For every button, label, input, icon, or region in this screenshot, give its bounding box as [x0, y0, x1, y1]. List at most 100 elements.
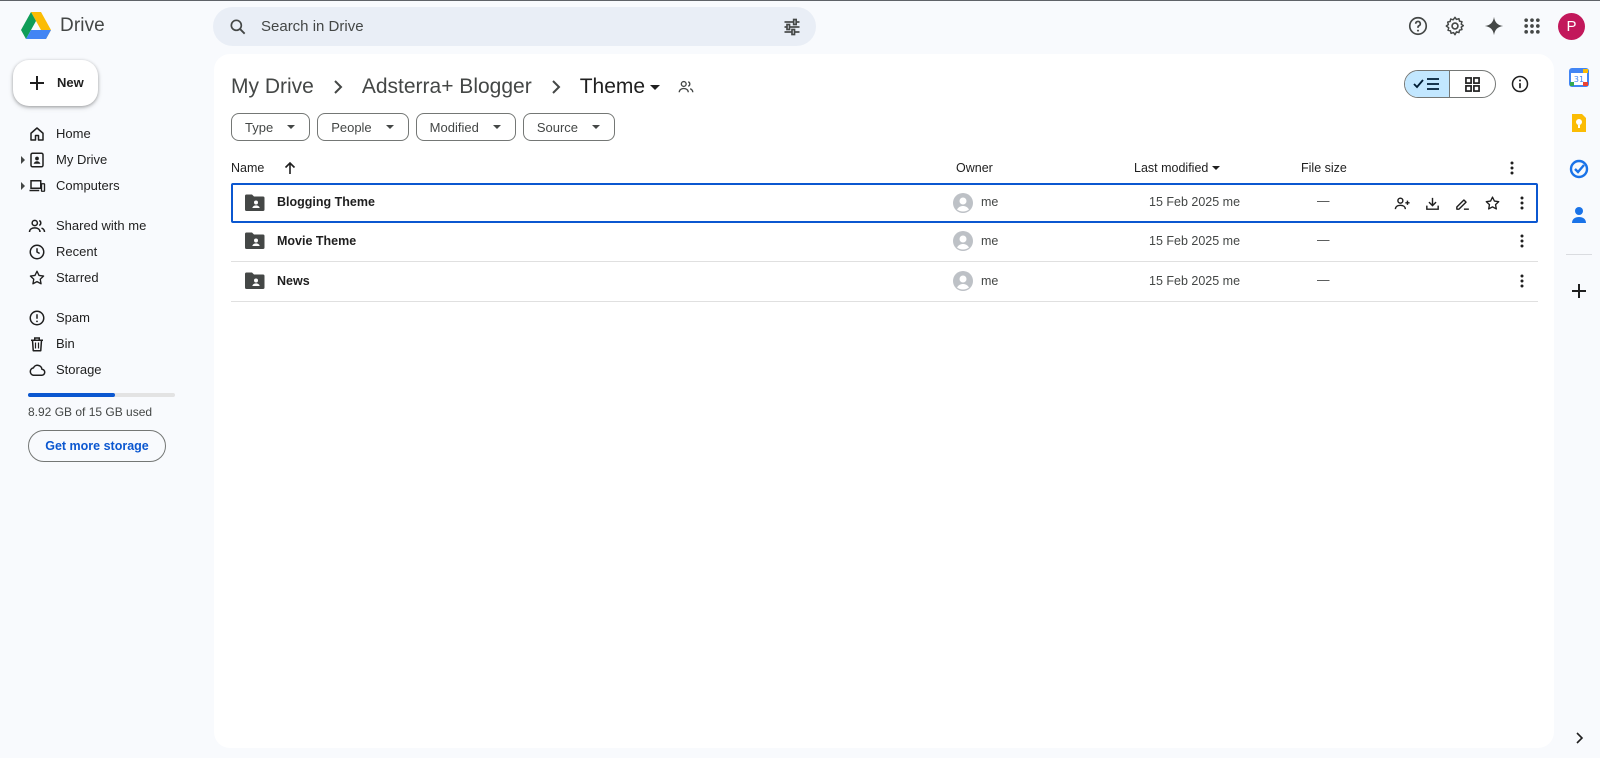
more-options-icon[interactable]: [1503, 159, 1521, 177]
column-header-label: Owner: [956, 161, 993, 175]
info-icon[interactable]: [1510, 74, 1530, 94]
grid-view-button[interactable]: [1450, 71, 1495, 97]
filter-label: Type: [245, 119, 274, 135]
row-more-options[interactable]: [1513, 232, 1531, 250]
contacts-app-icon[interactable]: [1569, 205, 1589, 225]
sidebar-item-bin[interactable]: Bin: [20, 332, 200, 356]
main-panel: My Drive Adsterra+ Blogger Theme Type Pe…: [214, 54, 1554, 748]
chevron-right-icon[interactable]: [1571, 730, 1587, 746]
shared-icon: [28, 219, 46, 233]
file-size: —: [1317, 273, 1330, 287]
table-row[interactable]: News me 15 Feb 2025 me —: [231, 262, 1538, 302]
expand-caret-icon[interactable]: [20, 156, 26, 164]
rename-action[interactable]: [1453, 194, 1471, 212]
sidebar-item-label: Home: [56, 126, 91, 141]
caret-down-icon: [287, 125, 296, 129]
account-avatar[interactable]: P: [1558, 13, 1585, 40]
sidebar-item-spam[interactable]: Spam: [20, 306, 200, 330]
chevron-right-icon: [551, 80, 561, 94]
owner-avatar-icon: [953, 271, 973, 291]
clock-icon: [29, 244, 45, 260]
search-bar[interactable]: [213, 7, 816, 46]
search-input[interactable]: [261, 7, 741, 46]
column-header-label: Last modified: [1134, 161, 1209, 175]
svg-text:31: 31: [1574, 75, 1584, 84]
file-name[interactable]: Movie Theme: [277, 234, 356, 248]
sidebar-item-computers[interactable]: Computers: [20, 174, 200, 198]
apps-grid-icon[interactable]: [1520, 14, 1544, 38]
column-header-last-modified[interactable]: Last modified: [1134, 156, 1222, 180]
last-modified: 15 Feb 2025 me: [1149, 234, 1241, 248]
sidebar-item-label: Bin: [56, 336, 75, 351]
rename-pencil-icon: [1455, 198, 1469, 210]
sidebar-item-home[interactable]: Home: [20, 122, 200, 146]
list-view-icon: [1413, 78, 1439, 90]
filter-people[interactable]: People: [317, 113, 409, 141]
file-name[interactable]: Blogging Theme: [277, 195, 375, 209]
sidebar-item-shared[interactable]: Shared with me: [20, 214, 200, 238]
caret-down-icon: [592, 125, 601, 129]
chevron-right-icon: [334, 80, 343, 94]
settings-icon[interactable]: [1443, 14, 1467, 38]
bin-icon: [31, 337, 43, 352]
caret-down-icon: [1212, 166, 1221, 170]
breadcrumb-current-folder[interactable]: Theme: [580, 75, 645, 99]
drive-logo[interactable]: Drive: [21, 12, 105, 40]
breadcrumb: My Drive Adsterra+ Blogger Theme: [231, 71, 695, 103]
sidebar-item-label: Starred: [56, 270, 99, 285]
star-action[interactable]: [1483, 194, 1501, 212]
owner-name: me: [981, 234, 999, 248]
home-icon: [30, 127, 44, 141]
add-addon-icon[interactable]: [1569, 281, 1589, 301]
get-more-storage-button[interactable]: Get more storage: [28, 430, 166, 462]
filter-type[interactable]: Type: [231, 113, 311, 141]
new-button-label: New: [57, 75, 84, 90]
breadcrumb-adsterra-blogger[interactable]: Adsterra+ Blogger: [362, 75, 532, 99]
filter-label: People: [331, 119, 372, 135]
sidebar-item-my-drive[interactable]: My Drive: [20, 148, 200, 172]
owner-name: me: [981, 274, 999, 288]
filter-source[interactable]: Source: [522, 113, 616, 141]
sidebar-item-label: My Drive: [56, 152, 108, 167]
view-toggle: [1404, 70, 1496, 98]
column-header-file-size[interactable]: File size: [1301, 156, 1347, 180]
storage-progress-fill: [28, 393, 116, 397]
sidebar-item-recent[interactable]: Recent: [20, 240, 200, 264]
help-icon[interactable]: [1406, 14, 1430, 38]
table-row[interactable]: Movie Theme me 15 Feb 2025 me —: [231, 222, 1538, 262]
sort-ascending-icon[interactable]: [282, 160, 298, 176]
share-action[interactable]: [1393, 194, 1411, 212]
column-header-owner[interactable]: Owner: [956, 156, 993, 180]
filter-label: Modified: [429, 119, 479, 135]
table-row[interactable]: Blogging Theme me 15 Feb 2025 me —: [231, 183, 1538, 223]
search-icon[interactable]: [228, 17, 248, 37]
caret-down-icon[interactable]: [647, 79, 663, 95]
owner-avatar-icon: [953, 193, 973, 213]
row-more-options[interactable]: [1513, 272, 1531, 290]
breadcrumb-my-drive[interactable]: My Drive: [231, 75, 314, 99]
caret-down-icon: [492, 125, 501, 129]
new-button[interactable]: New: [13, 60, 98, 106]
column-header-name[interactable]: Name: [231, 156, 298, 180]
search-options-icon[interactable]: [782, 17, 802, 37]
keep-app-icon[interactable]: [1569, 113, 1589, 133]
download-action[interactable]: [1423, 194, 1441, 212]
expand-caret-icon[interactable]: [20, 182, 26, 190]
sidebar-item-starred[interactable]: Starred: [20, 266, 200, 290]
file-size: —: [1317, 194, 1330, 208]
sidebar-item-label: Recent: [56, 244, 98, 259]
app-name: Drive: [60, 15, 105, 36]
last-modified: 15 Feb 2025 me: [1149, 274, 1241, 288]
filter-label: Source: [536, 119, 579, 135]
filter-modified[interactable]: Modified: [415, 113, 516, 141]
shared-folder-icon: [245, 194, 265, 211]
file-name[interactable]: News: [277, 274, 310, 288]
calendar-app-icon[interactable]: 31: [1569, 67, 1589, 87]
gemini-sparkle-icon[interactable]: [1482, 14, 1506, 38]
row-more-options[interactable]: [1513, 194, 1531, 212]
sidebar-item-storage[interactable]: Storage: [20, 358, 200, 382]
grid-view-icon: [1465, 76, 1480, 92]
tasks-app-icon[interactable]: [1569, 159, 1589, 179]
list-view-button[interactable]: [1405, 71, 1451, 97]
shared-folder-icon[interactable]: [677, 78, 695, 96]
